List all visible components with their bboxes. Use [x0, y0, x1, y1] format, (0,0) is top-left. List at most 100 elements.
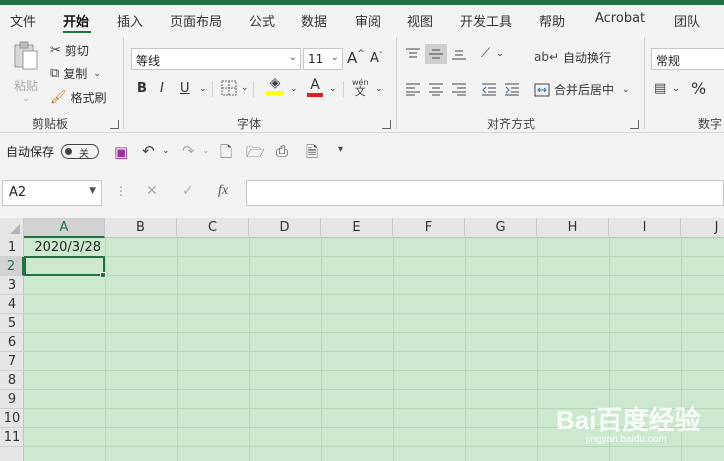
- alignment-launcher-icon[interactable]: [630, 120, 639, 129]
- copy-button[interactable]: ⧉ 复制 ⌄: [50, 65, 101, 82]
- merge-center-label: 合并后居中: [554, 83, 615, 97]
- tab-data[interactable]: 数据: [301, 11, 327, 30]
- redo-icon[interactable]: ↷: [182, 142, 195, 160]
- chevron-down-icon[interactable]: ⌄: [199, 84, 207, 94]
- font-group-label: 字体: [237, 117, 262, 131]
- select-all-corner[interactable]: [0, 218, 24, 238]
- align-center-button[interactable]: [428, 82, 444, 96]
- paste-button[interactable]: 粘贴 ⌄: [10, 41, 42, 104]
- wrap-text-button[interactable]: ab↵ 自动换行: [534, 49, 611, 66]
- align-right-icon: [452, 83, 466, 96]
- new-file-icon[interactable]: 🗋: [220, 142, 232, 167]
- chevron-down-icon: ⌄: [496, 48, 504, 59]
- increase-indent-button[interactable]: [504, 82, 520, 96]
- open-folder-icon[interactable]: 🗁: [246, 142, 265, 167]
- accounting-format-button[interactable]: ▤ ⌄: [654, 82, 680, 95]
- percent-button[interactable]: %: [691, 79, 706, 98]
- font-color-button[interactable]: A: [307, 77, 323, 97]
- chevron-down-icon[interactable]: ⌄: [375, 84, 383, 94]
- phonetic-button[interactable]: wén 文: [352, 78, 369, 97]
- align-right-button[interactable]: [451, 82, 467, 96]
- tab-view[interactable]: 视图: [407, 11, 433, 30]
- tab-insert[interactable]: 插入: [117, 11, 143, 30]
- format-painter-button[interactable]: 🖌 格式刷: [50, 89, 107, 106]
- row-header-3[interactable]: 3: [0, 276, 24, 295]
- clipboard-launcher-icon[interactable]: [110, 120, 119, 129]
- autosave-state: 关: [79, 149, 89, 160]
- col-header-g[interactable]: G: [465, 218, 537, 238]
- row-header-1[interactable]: 1: [0, 238, 24, 257]
- divider: [343, 81, 344, 97]
- shrink-font-button[interactable]: Aˇ: [370, 51, 383, 66]
- cut-button[interactable]: ✂ 剪切: [50, 42, 89, 59]
- col-header-j[interactable]: J: [681, 218, 724, 238]
- align-bottom-button[interactable]: [451, 47, 467, 61]
- chevron-down-icon[interactable]: ⌄: [202, 146, 210, 156]
- col-header-f[interactable]: F: [393, 218, 465, 238]
- row-header-5[interactable]: 5: [0, 314, 24, 333]
- col-header-e[interactable]: E: [321, 218, 393, 238]
- row-header-8[interactable]: 8: [0, 371, 24, 390]
- col-header-c[interactable]: C: [177, 218, 249, 238]
- save-icon[interactable]: ▣: [114, 143, 128, 161]
- tab-developer[interactable]: 开发工具: [460, 11, 512, 30]
- col-header-b[interactable]: B: [105, 218, 177, 238]
- customize-toolbar-icon[interactable]: ▾: [338, 144, 343, 155]
- orientation-button[interactable]: ⟋ ⌄: [481, 47, 504, 60]
- tab-formulas[interactable]: 公式: [249, 11, 275, 30]
- align-left-button[interactable]: [405, 82, 421, 96]
- underline-button[interactable]: U: [180, 81, 190, 96]
- name-box[interactable]: A2 ▼: [2, 180, 102, 206]
- font-name-select[interactable]: 等线 ⌄: [131, 48, 301, 70]
- tab-file[interactable]: 文件: [10, 11, 36, 30]
- tab-acrobat[interactable]: Acrobat: [595, 11, 645, 26]
- paintbrush-icon: 🖌: [50, 90, 67, 105]
- col-header-a[interactable]: A: [24, 218, 105, 238]
- row-header-4[interactable]: 4: [0, 295, 24, 314]
- row-header-2[interactable]: 2: [0, 257, 24, 276]
- formula-input[interactable]: [246, 180, 724, 206]
- col-header-i[interactable]: I: [609, 218, 681, 238]
- cancel-icon[interactable]: ✕: [146, 183, 158, 199]
- row-header-11[interactable]: 11: [0, 428, 24, 447]
- tab-review[interactable]: 审阅: [355, 11, 381, 30]
- row-header-9[interactable]: 9: [0, 390, 24, 409]
- paste-label: 粘贴: [13, 79, 38, 93]
- col-header-d[interactable]: D: [249, 218, 321, 238]
- tab-team[interactable]: 团队: [674, 11, 700, 30]
- row-header-7[interactable]: 7: [0, 352, 24, 371]
- font-color-swatch: [307, 93, 323, 97]
- tab-page-layout[interactable]: 页面布局: [170, 11, 222, 30]
- fill-handle[interactable]: [100, 272, 106, 278]
- undo-icon[interactable]: ↶: [142, 142, 155, 160]
- confirm-icon[interactable]: ✓: [182, 183, 194, 199]
- border-button[interactable]: ⌄: [221, 80, 249, 96]
- font-size-value: 11: [308, 52, 324, 66]
- font-launcher-icon[interactable]: [382, 120, 391, 129]
- align-top-button[interactable]: [405, 47, 421, 61]
- tab-help[interactable]: 帮助: [539, 11, 565, 30]
- tab-home[interactable]: 开始: [63, 11, 89, 30]
- autosave-toggle[interactable]: 关: [61, 144, 99, 160]
- chevron-down-icon[interactable]: ⌄: [162, 146, 170, 156]
- row-header-10[interactable]: 10: [0, 409, 24, 428]
- col-header-h[interactable]: H: [537, 218, 609, 238]
- number-format-select[interactable]: 常规: [651, 48, 724, 70]
- merge-icon: [534, 83, 550, 96]
- active-cell-a2[interactable]: [24, 256, 105, 276]
- italic-button[interactable]: I: [160, 81, 164, 96]
- chevron-down-icon[interactable]: ⌄: [290, 84, 298, 94]
- print-icon[interactable]: ⎙: [276, 142, 288, 160]
- cell-a1[interactable]: 2020/3/28: [24, 238, 104, 257]
- print-preview-icon[interactable]: 🗎: [306, 142, 318, 167]
- row-header-6[interactable]: 6: [0, 333, 24, 352]
- bold-button[interactable]: B: [137, 81, 147, 96]
- fill-color-button[interactable]: ◈: [266, 76, 284, 95]
- merge-center-button[interactable]: 合并后居中 ⌄: [534, 81, 630, 98]
- decrease-indent-button[interactable]: [481, 82, 497, 96]
- align-middle-button[interactable]: [425, 44, 447, 64]
- font-size-select[interactable]: 11 ⌄: [303, 48, 343, 70]
- grow-font-button[interactable]: A ^: [347, 49, 365, 67]
- insert-function-icon[interactable]: fx: [218, 183, 228, 199]
- chevron-down-icon[interactable]: ⌄: [329, 84, 337, 94]
